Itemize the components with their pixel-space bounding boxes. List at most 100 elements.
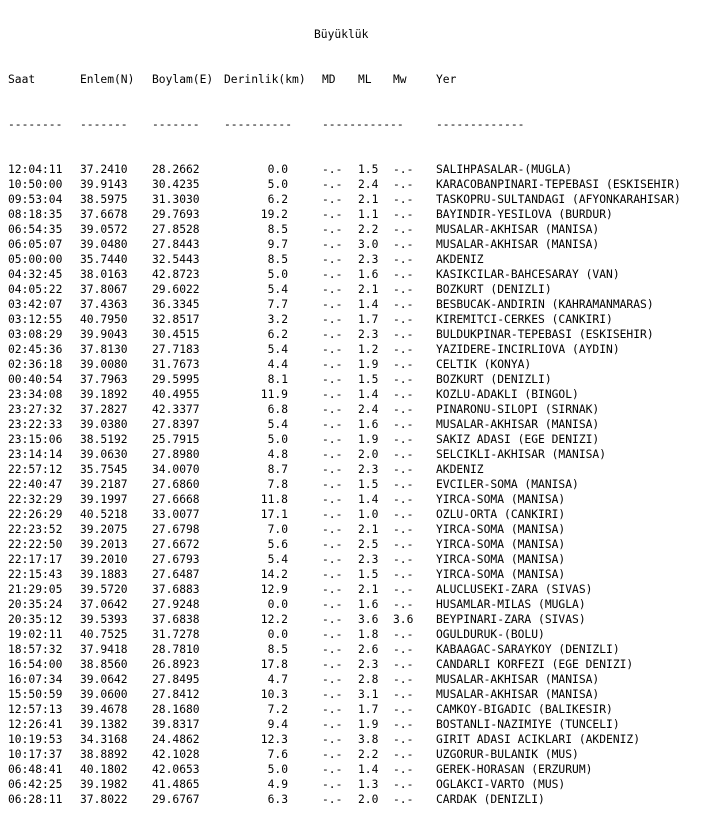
cell-enlem: 38.0163 <box>80 268 128 281</box>
table-row: 08:18:35 37.6678 29.7693 19.2 -.- 1.1 -.- BAYIN… <box>8 207 613 222</box>
cell-mw: -.- <box>393 193 414 206</box>
cell-saat: 12:26:41 <box>8 718 63 731</box>
cell-saat: 12:04:11 <box>8 163 63 176</box>
cell-boylam: 31.7278 <box>152 628 200 641</box>
cell-boylam: 27.6793 <box>152 553 200 566</box>
cell-yer: AKDENIZ <box>436 463 484 476</box>
cell-derinlik: 7.6 <box>267 748 288 761</box>
table-row: 22:22:50 39.2013 27.6672 5.6 -.- 2.5 -.- YIRCA-… <box>8 537 565 552</box>
cell-enlem: 39.0572 <box>80 223 128 236</box>
cell-md: -.- <box>322 718 343 731</box>
table-row: 09:53:04 38.5975 31.3030 6.2 -.- 2.1 -.- TASKOP… <box>8 192 681 207</box>
cell-md: -.- <box>322 658 343 671</box>
cell-yer: BAYINDIR-YESILOVA (BURDUR) <box>436 208 613 221</box>
cell-enlem: 37.8130 <box>80 343 128 356</box>
cell-ml: 2.5 <box>358 538 379 551</box>
cell-enlem: 39.2010 <box>80 553 128 566</box>
cell-mw: -.- <box>393 283 414 296</box>
cell-mw: -.- <box>393 643 414 656</box>
cell-ml: 2.3 <box>358 328 379 341</box>
cell-yer: YIRCA-SOMA (MANISA) <box>436 523 566 536</box>
cell-yer: SELCIKLI-AKHISAR (MANISA) <box>436 448 607 461</box>
divider-yer: ------------- <box>436 118 525 131</box>
cell-ml: 3.6 <box>358 613 379 626</box>
cell-md: -.- <box>322 268 343 281</box>
column-header-row: Saat Enlem(N) Boylam(E) Derinlik(km) MD … <box>8 72 456 87</box>
cell-ml: 1.4 <box>358 763 379 776</box>
cell-md: -.- <box>322 643 343 656</box>
cell-saat: 05:00:00 <box>8 253 63 266</box>
cell-boylam: 27.8397 <box>152 418 200 431</box>
header-ml: ML <box>358 73 372 86</box>
cell-ml: 2.8 <box>358 673 379 686</box>
cell-yer: YIRCA-SOMA (MANISA) <box>436 493 566 506</box>
cell-derinlik: 6.2 <box>267 193 288 206</box>
cell-yer: OZLU-ORTA (CANKIRI) <box>436 508 566 521</box>
table-row: 10:50:00 39.9143 30.4235 5.0 -.- 2.4 -.- KARACO… <box>8 177 681 192</box>
table-row: 21:29:05 39.5720 37.6883 12.9 -.- 2.1 -.- ALUCL… <box>8 582 592 597</box>
cell-enlem: 40.7950 <box>80 313 128 326</box>
cell-boylam: 37.6838 <box>152 613 200 626</box>
cell-boylam: 29.5995 <box>152 373 200 386</box>
cell-md: -.- <box>322 313 343 326</box>
cell-md: -.- <box>322 568 343 581</box>
cell-md: -.- <box>322 598 343 611</box>
cell-saat: 08:18:35 <box>8 208 63 221</box>
cell-ml: 2.3 <box>358 553 379 566</box>
earthquake-rows: 12:04:11 37.2410 28.2662 0.0 -.- 1.5 -.- SALIHP… <box>8 162 681 807</box>
cell-boylam: 27.8412 <box>152 688 200 701</box>
cell-mw: -.- <box>393 718 414 731</box>
cell-boylam: 27.8495 <box>152 673 200 686</box>
header-yer: Yer <box>436 73 457 86</box>
cell-saat: 20:35:24 <box>8 598 63 611</box>
cell-boylam: 41.4865 <box>152 778 200 791</box>
cell-mw: -.- <box>393 538 414 551</box>
table-row: 22:40:47 39.2187 27.6860 7.8 -.- 1.5 -.- EVCILE… <box>8 477 579 492</box>
cell-md: -.- <box>322 538 343 551</box>
table-row: 20:35:12 39.5393 37.6838 12.2 -.- 3.6 3.6 BEYPI… <box>8 612 586 627</box>
cell-derinlik: 14.2 <box>260 568 288 581</box>
divider-boylam: ------- <box>152 118 200 131</box>
cell-saat: 23:14:14 <box>8 448 63 461</box>
cell-ml: 1.7 <box>358 703 379 716</box>
cell-ml: 2.2 <box>358 748 379 761</box>
cell-ml: 2.1 <box>358 523 379 536</box>
cell-yer: SALIHPASALAR-(MUGLA) <box>436 163 573 176</box>
cell-yer: YIRCA-SOMA (MANISA) <box>436 568 566 581</box>
cell-enlem: 35.7545 <box>80 463 128 476</box>
cell-md: -.- <box>322 583 343 596</box>
cell-enlem: 39.2013 <box>80 538 128 551</box>
table-row: 16:07:34 39.0642 27.8495 4.7 -.- 2.8 -.- MUSALA… <box>8 672 599 687</box>
cell-yer: CAMKOY-BIGADIC (BALIKESIR) <box>436 703 613 716</box>
cell-derinlik: 7.8 <box>267 478 288 491</box>
table-row: 19:02:11 40.7525 31.7278 0.0 -.- 1.8 -.- OGULDU… <box>8 627 545 642</box>
cell-ml: 2.1 <box>358 583 379 596</box>
cell-ml: 1.4 <box>358 493 379 506</box>
cell-ml: 1.0 <box>358 508 379 521</box>
cell-boylam: 31.3030 <box>152 193 200 206</box>
cell-saat: 06:54:35 <box>8 223 63 236</box>
cell-yer: KOZLU-ADAKLI (BINGOL) <box>436 388 579 401</box>
cell-ml: 1.5 <box>358 478 379 491</box>
header-saat: Saat <box>8 73 36 86</box>
cell-enlem: 39.5720 <box>80 583 128 596</box>
cell-mw: -.- <box>393 583 414 596</box>
cell-derinlik: 8.5 <box>267 253 288 266</box>
cell-yer: BEYPINARI-ZARA (SIVAS) <box>436 613 586 626</box>
cell-saat: 23:34:08 <box>8 388 63 401</box>
cell-derinlik: 0.0 <box>267 598 288 611</box>
table-row: 06:48:41 40.1802 42.0653 5.0 -.- 1.4 -.- GEREK-… <box>8 762 592 777</box>
cell-ml: 3.1 <box>358 688 379 701</box>
cell-saat: 22:57:12 <box>8 463 63 476</box>
table-row: 22:57:12 35.7545 34.0070 8.7 -.- 2.3 -.- AKDENI… <box>8 462 484 477</box>
earthquake-listing: Büyüklük Saat Enlem(N) Boylam(E) Derinli… <box>8 0 681 822</box>
cell-derinlik: 6.3 <box>267 793 288 806</box>
cell-boylam: 28.7810 <box>152 643 200 656</box>
cell-mw: -.- <box>393 298 414 311</box>
cell-derinlik: 17.8 <box>260 658 288 671</box>
table-row: 23:14:14 39.0630 27.8980 4.8 -.- 2.0 -.- SELCIK… <box>8 447 606 462</box>
cell-saat: 16:54:00 <box>8 658 63 671</box>
cell-md: -.- <box>322 733 343 746</box>
cell-enlem: 37.8022 <box>80 793 128 806</box>
cell-ml: 2.2 <box>358 223 379 236</box>
